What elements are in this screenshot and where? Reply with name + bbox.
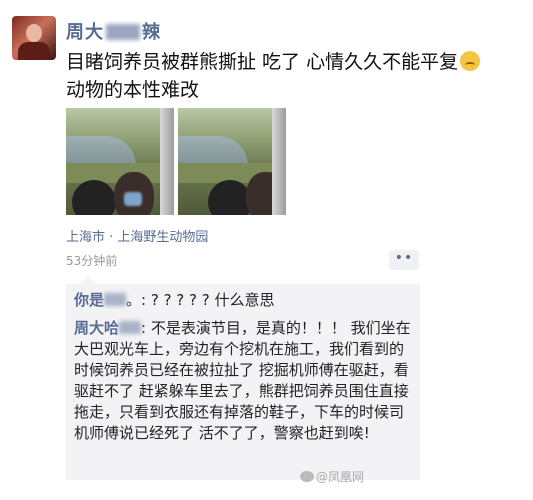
weibo-icon bbox=[300, 471, 314, 482]
more-options-button[interactable]: •• bbox=[389, 250, 419, 270]
author-name-prefix: 周大 bbox=[66, 22, 104, 43]
watermark-text: @凤凰网 bbox=[316, 470, 365, 484]
author-name-suffix: 辣 bbox=[142, 22, 161, 43]
photo-window-pillar bbox=[160, 108, 174, 215]
comment-item[interactable]: 你是 。: ? ? ? ? ? 什么意思 bbox=[74, 290, 414, 311]
avatar[interactable] bbox=[12, 16, 56, 60]
post-photo-1[interactable] bbox=[66, 108, 174, 215]
name-redaction bbox=[119, 321, 142, 334]
post-text: 目睹饲养员被群熊撕扯 吃了 心情久久不能平复 动物的本性难改 bbox=[66, 48, 506, 104]
avatar-body bbox=[18, 42, 50, 60]
author-name[interactable]: 周大 辣 bbox=[66, 18, 161, 44]
photo-person bbox=[72, 180, 116, 215]
post-time: 53分钟前 bbox=[66, 254, 118, 268]
watermark: @凤凰网 bbox=[300, 468, 364, 485]
post-text-part1: 目睹饲养员被群熊撕扯 吃了 心情久久不能平复 bbox=[66, 51, 459, 73]
comment-item[interactable]: 周大哈: 不是表演节目，是真的！！！ 我们坐在大巴观光车上，旁边有个挖机在施工，… bbox=[74, 318, 414, 444]
comment-text: : 不是表演节目，是真的！！！ 我们坐在大巴观光车上，旁边有个挖机在施工，我们看… bbox=[74, 319, 411, 442]
photo-face-mask bbox=[124, 192, 142, 206]
post-location[interactable]: 上海市 · 上海野生动物园 bbox=[66, 226, 208, 245]
name-redaction bbox=[104, 293, 127, 306]
moments-post: 周大 辣 目睹饲养员被群熊撕扯 吃了 心情久久不能平复 动物的本性难改 上海市 ·… bbox=[0, 0, 533, 500]
comment-author[interactable]: 你是 bbox=[74, 291, 104, 309]
comment-section: 你是 。: ? ? ? ? ? 什么意思 周大哈: 不是表演节目，是真的！！！ 我… bbox=[66, 276, 420, 480]
comment-text: 。: ? ? ? ? ? 什么意思 bbox=[126, 291, 275, 309]
post-text-part2: 动物的本性难改 bbox=[66, 79, 200, 101]
avatar-face bbox=[26, 24, 42, 42]
name-redaction bbox=[106, 24, 140, 40]
photo-window-pillar bbox=[272, 108, 286, 215]
post-photo-2[interactable] bbox=[178, 108, 286, 215]
sad-face-emoji-icon bbox=[460, 51, 481, 71]
comment-author[interactable]: 周大哈 bbox=[74, 319, 119, 337]
